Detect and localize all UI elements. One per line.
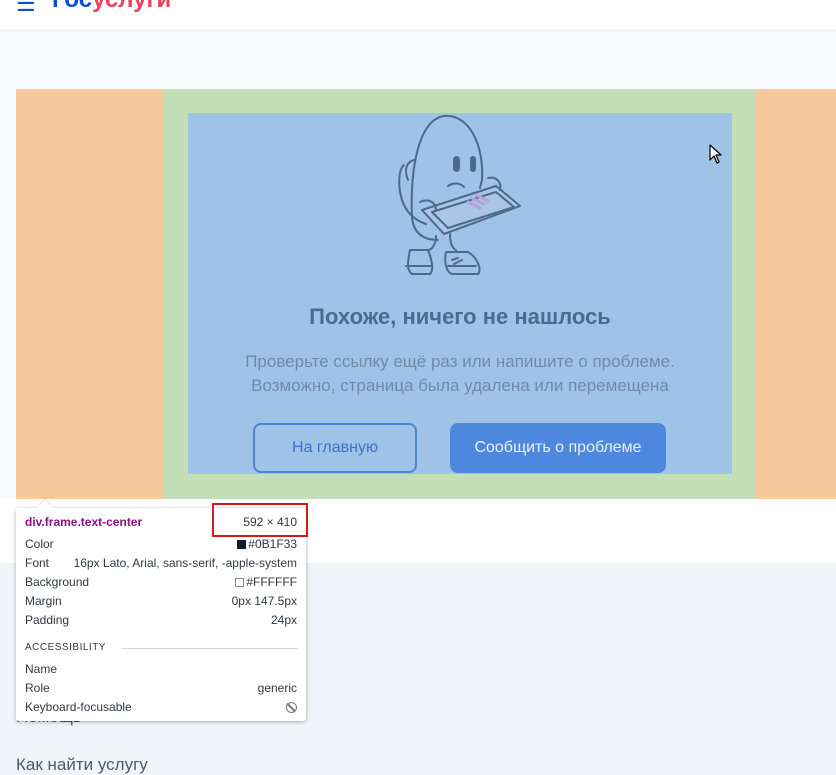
error-title: Похоже, ничего не нашлось [309, 304, 611, 329]
tooltip-row-font: Font 16px Lato, Arial, sans-serif, -appl… [25, 555, 297, 571]
row-value: #FFFFFF [235, 575, 297, 589]
mouse-pointer-icon [709, 144, 722, 164]
error-description-line-1: Проверьте ссылку ещё раз или напишите о … [245, 352, 675, 371]
row-value: 0px 147.5px [231, 594, 297, 608]
row-label: Background [25, 575, 90, 589]
tooltip-row-name: Name [25, 661, 297, 677]
tooltip-row-margin: Margin 0px 147.5px [25, 593, 297, 609]
row-value: 16px Lato, Arial, sans-serif, -apple-sys… [73, 556, 297, 570]
color-swatch-icon [235, 578, 245, 587]
row-label: Font [25, 556, 50, 570]
gosuslugi-logo[interactable]: Госуслуги [52, 0, 171, 12]
accessibility-section-header: ACCESSIBILITY [25, 639, 297, 655]
error-description: Проверьте ссылку ещё раз или напишите о … [188, 350, 732, 398]
footer-link-find-service[interactable]: Как найти услугу [16, 755, 148, 775]
tooltip-row-background: Background #FFFFFF [25, 574, 297, 590]
row-label: Color [25, 537, 54, 551]
tooltip-row-padding: Padding 24px [25, 612, 297, 628]
home-button[interactable]: На главную [253, 423, 417, 473]
row-label: Role [25, 681, 50, 695]
row-label: Keyboard-focusable [25, 700, 132, 714]
not-focusable-icon [286, 701, 297, 713]
row-value: 24px [270, 613, 297, 627]
tooltip-row-keyboard-focusable: Keyboard-focusable [25, 699, 297, 715]
row-value: #0B1F33 [237, 537, 297, 551]
tooltip-header: div.frame.text-center 592 × 410 [25, 514, 297, 530]
tooltip-row-color: Color #0B1F33 [25, 536, 297, 552]
hamburger-menu-icon[interactable]: ☰ [16, 0, 36, 15]
report-problem-button[interactable]: Сообщить о проблеме [450, 423, 666, 473]
section-divider [121, 648, 297, 649]
row-label: Margin [25, 594, 62, 608]
row-label: Padding [25, 613, 70, 627]
section-label: ACCESSIBILITY [25, 641, 106, 653]
row-value: generic [257, 681, 297, 695]
site-header: ☰ Госуслуги [0, 0, 836, 31]
element-selector: div.frame.text-center [25, 515, 143, 529]
confused-ghost-illustration [398, 114, 521, 275]
error-description-line-2: Возможно, страница была удалена или пере… [251, 376, 669, 395]
row-label: Name [25, 662, 58, 676]
color-swatch-icon [237, 540, 247, 549]
element-size: 592 × 410 [243, 515, 297, 529]
devtools-inspect-tooltip: div.frame.text-center 592 × 410 Color #0… [16, 499, 308, 721]
tooltip-row-role: Role generic [25, 680, 297, 696]
